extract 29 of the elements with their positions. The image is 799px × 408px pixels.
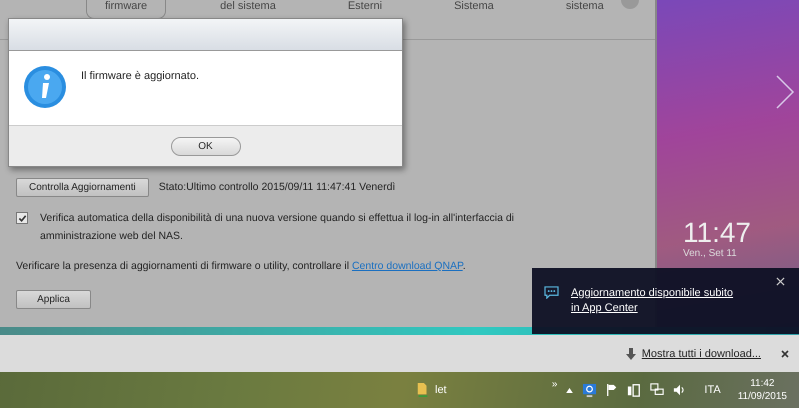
close-icon[interactable] [781, 350, 789, 358]
clock-time: 11:47 [683, 218, 751, 248]
flag-icon[interactable] [606, 383, 618, 397]
tab[interactable]: Esterni [330, 0, 400, 16]
dialog-message: Il firmware è aggiornato. [81, 70, 199, 82]
taskbar-date[interactable]: 11/09/2015 [738, 390, 787, 403]
tab[interactable]: del sistema [202, 0, 294, 16]
chat-bubble-icon [544, 286, 559, 299]
info-icon [23, 65, 67, 109]
notification-link[interactable]: Aggiornamento disponibile subito in App Center [571, 286, 741, 316]
checkbox[interactable] [16, 212, 28, 224]
monitor-icon[interactable] [582, 382, 598, 398]
download-note: Verificare la presenza di aggiornamenti di firmware o utility, controllare il Centro download QNAP. [16, 259, 466, 274]
desktop-item-label[interactable]: let [435, 384, 447, 396]
overflow-chevron[interactable]: » [552, 378, 558, 390]
language-indicator[interactable]: ITA [704, 384, 721, 396]
taskbar-time[interactable]: 11:42 [750, 377, 774, 390]
download-icon [626, 348, 636, 360]
tab[interactable]: Sistema [436, 0, 512, 16]
auto-check-label: Verifica automatica della disponibilità di una nuova versione quando si effettua il log-in all'interfaccia di amministrazione web del NAS. [40, 211, 516, 244]
show-hidden-icons-icon[interactable] [566, 388, 574, 392]
tab[interactable]: sistema [548, 0, 622, 16]
check-updates-button[interactable]: Controlla Aggiornamenti [16, 178, 149, 197]
status-text: Stato:Ultimo controllo 2015/09/11 11:47:41 Venerdì [158, 180, 396, 195]
show-downloads-link[interactable]: Mostra tutti i download... [642, 348, 761, 360]
folder-icon[interactable] [416, 382, 430, 398]
clock-date: Ven., Set 11 [683, 248, 738, 259]
apply-button[interactable]: Applica [16, 290, 91, 309]
ok-button[interactable]: OK [170, 136, 240, 156]
